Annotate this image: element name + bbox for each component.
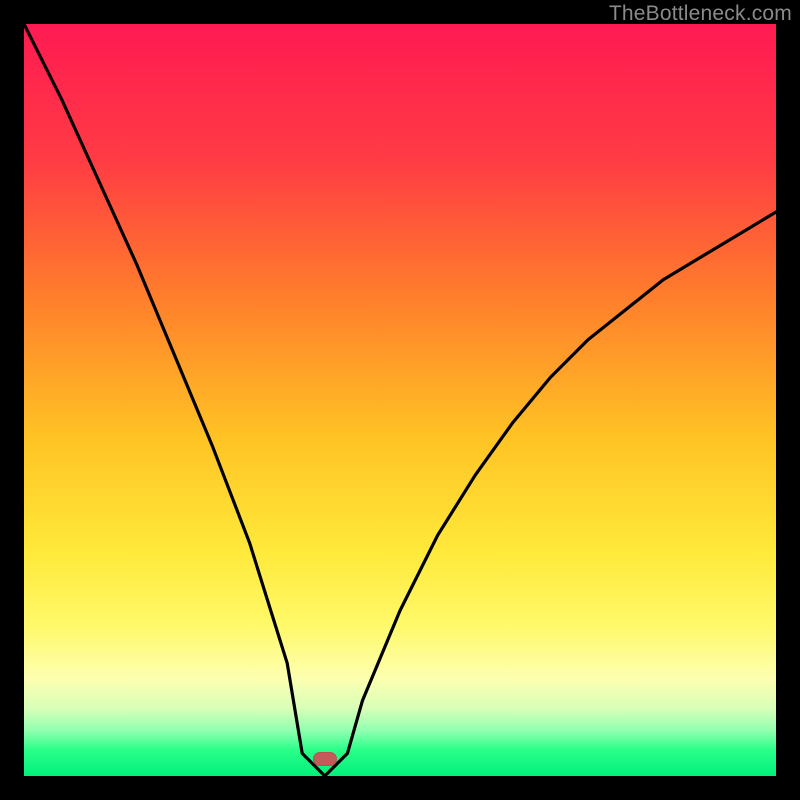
optimal-point-marker (313, 752, 337, 766)
watermark-text: TheBottleneck.com (609, 2, 792, 26)
chart-frame (24, 24, 776, 776)
bottleneck-curve (24, 24, 776, 776)
